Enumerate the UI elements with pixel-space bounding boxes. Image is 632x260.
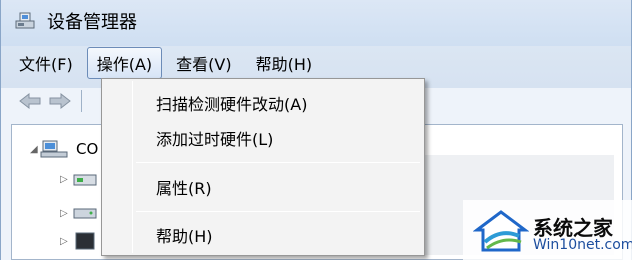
network-adapter-icon [73,174,97,186]
forward-button[interactable] [45,89,75,113]
tree-root[interactable]: ◢ CO [30,139,98,159]
device-manager-icon [15,12,35,29]
menu-separator [136,162,420,163]
menu-help[interactable]: 帮助(H) [246,47,323,79]
house-logo-icon [473,210,529,252]
menu-file[interactable]: 文件(F) [9,47,83,79]
forward-arrow-icon [49,92,71,110]
computer-icon [40,140,68,158]
tree-item[interactable]: ▷ [60,231,100,251]
title-bar: 设备管理器 [1,0,631,42]
collapse-triangle-icon[interactable]: ◢ [30,144,40,155]
tree-root-label: CO [76,140,99,158]
watermark-url: Win10net.com [533,237,632,253]
tree-item[interactable]: ▷ [60,169,100,189]
menu-separator [136,211,420,212]
menu-item-properties[interactable]: 属性(R) [156,175,212,199]
expand-triangle-icon[interactable]: ▷ [60,236,70,247]
window-title: 设备管理器 [47,12,137,33]
expand-triangle-icon[interactable]: ▷ [60,208,70,219]
action-dropdown-menu: 扫描检测硬件改动(A) 添加过时硬件(L) 属性(R) 帮助(H) [101,78,425,256]
display-adapter-icon [75,232,95,250]
menu-view[interactable]: 查看(V) [166,47,241,79]
watermark: 系统之家 Win10net.com [463,200,632,260]
back-arrow-icon [19,92,41,110]
back-button[interactable] [15,89,45,113]
menu-item-add-legacy-hardware[interactable]: 添加过时硬件(L) [156,126,273,150]
menu-item-scan-hardware[interactable]: 扫描检测硬件改动(A) [156,91,307,115]
device-manager-window: 设备管理器 文件(F) 操作(A) 查看(V) 帮助(H) ◢ CO ▷ ▷ ▷… [0,0,632,260]
menu-bar: 文件(F) 操作(A) 查看(V) 帮助(H) [1,46,631,80]
menu-action[interactable]: 操作(A) [86,47,163,79]
tree-item[interactable]: ▷ [60,203,100,223]
disk-drive-icon [73,208,97,219]
menu-item-help[interactable]: 帮助(H) [156,223,213,247]
menu-icon-gutter [132,81,133,253]
toolbar-separator [81,90,82,112]
expand-triangle-icon[interactable]: ▷ [60,174,70,185]
